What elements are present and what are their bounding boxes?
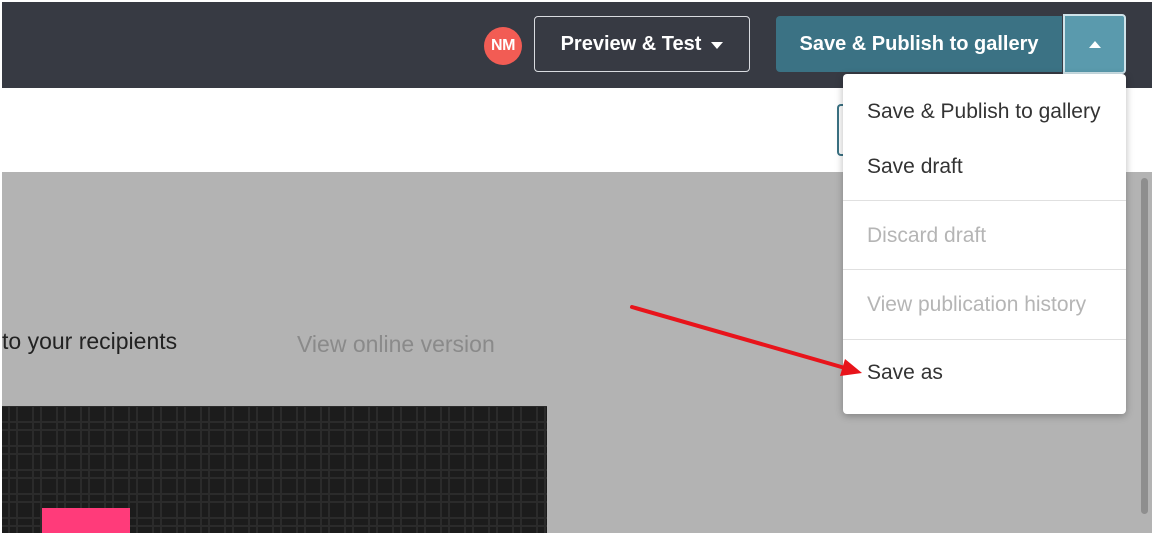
red-arrow-icon — [630, 305, 862, 376]
app-frame: NM Preview & Test Save & Publish to gall… — [2, 2, 1152, 533]
